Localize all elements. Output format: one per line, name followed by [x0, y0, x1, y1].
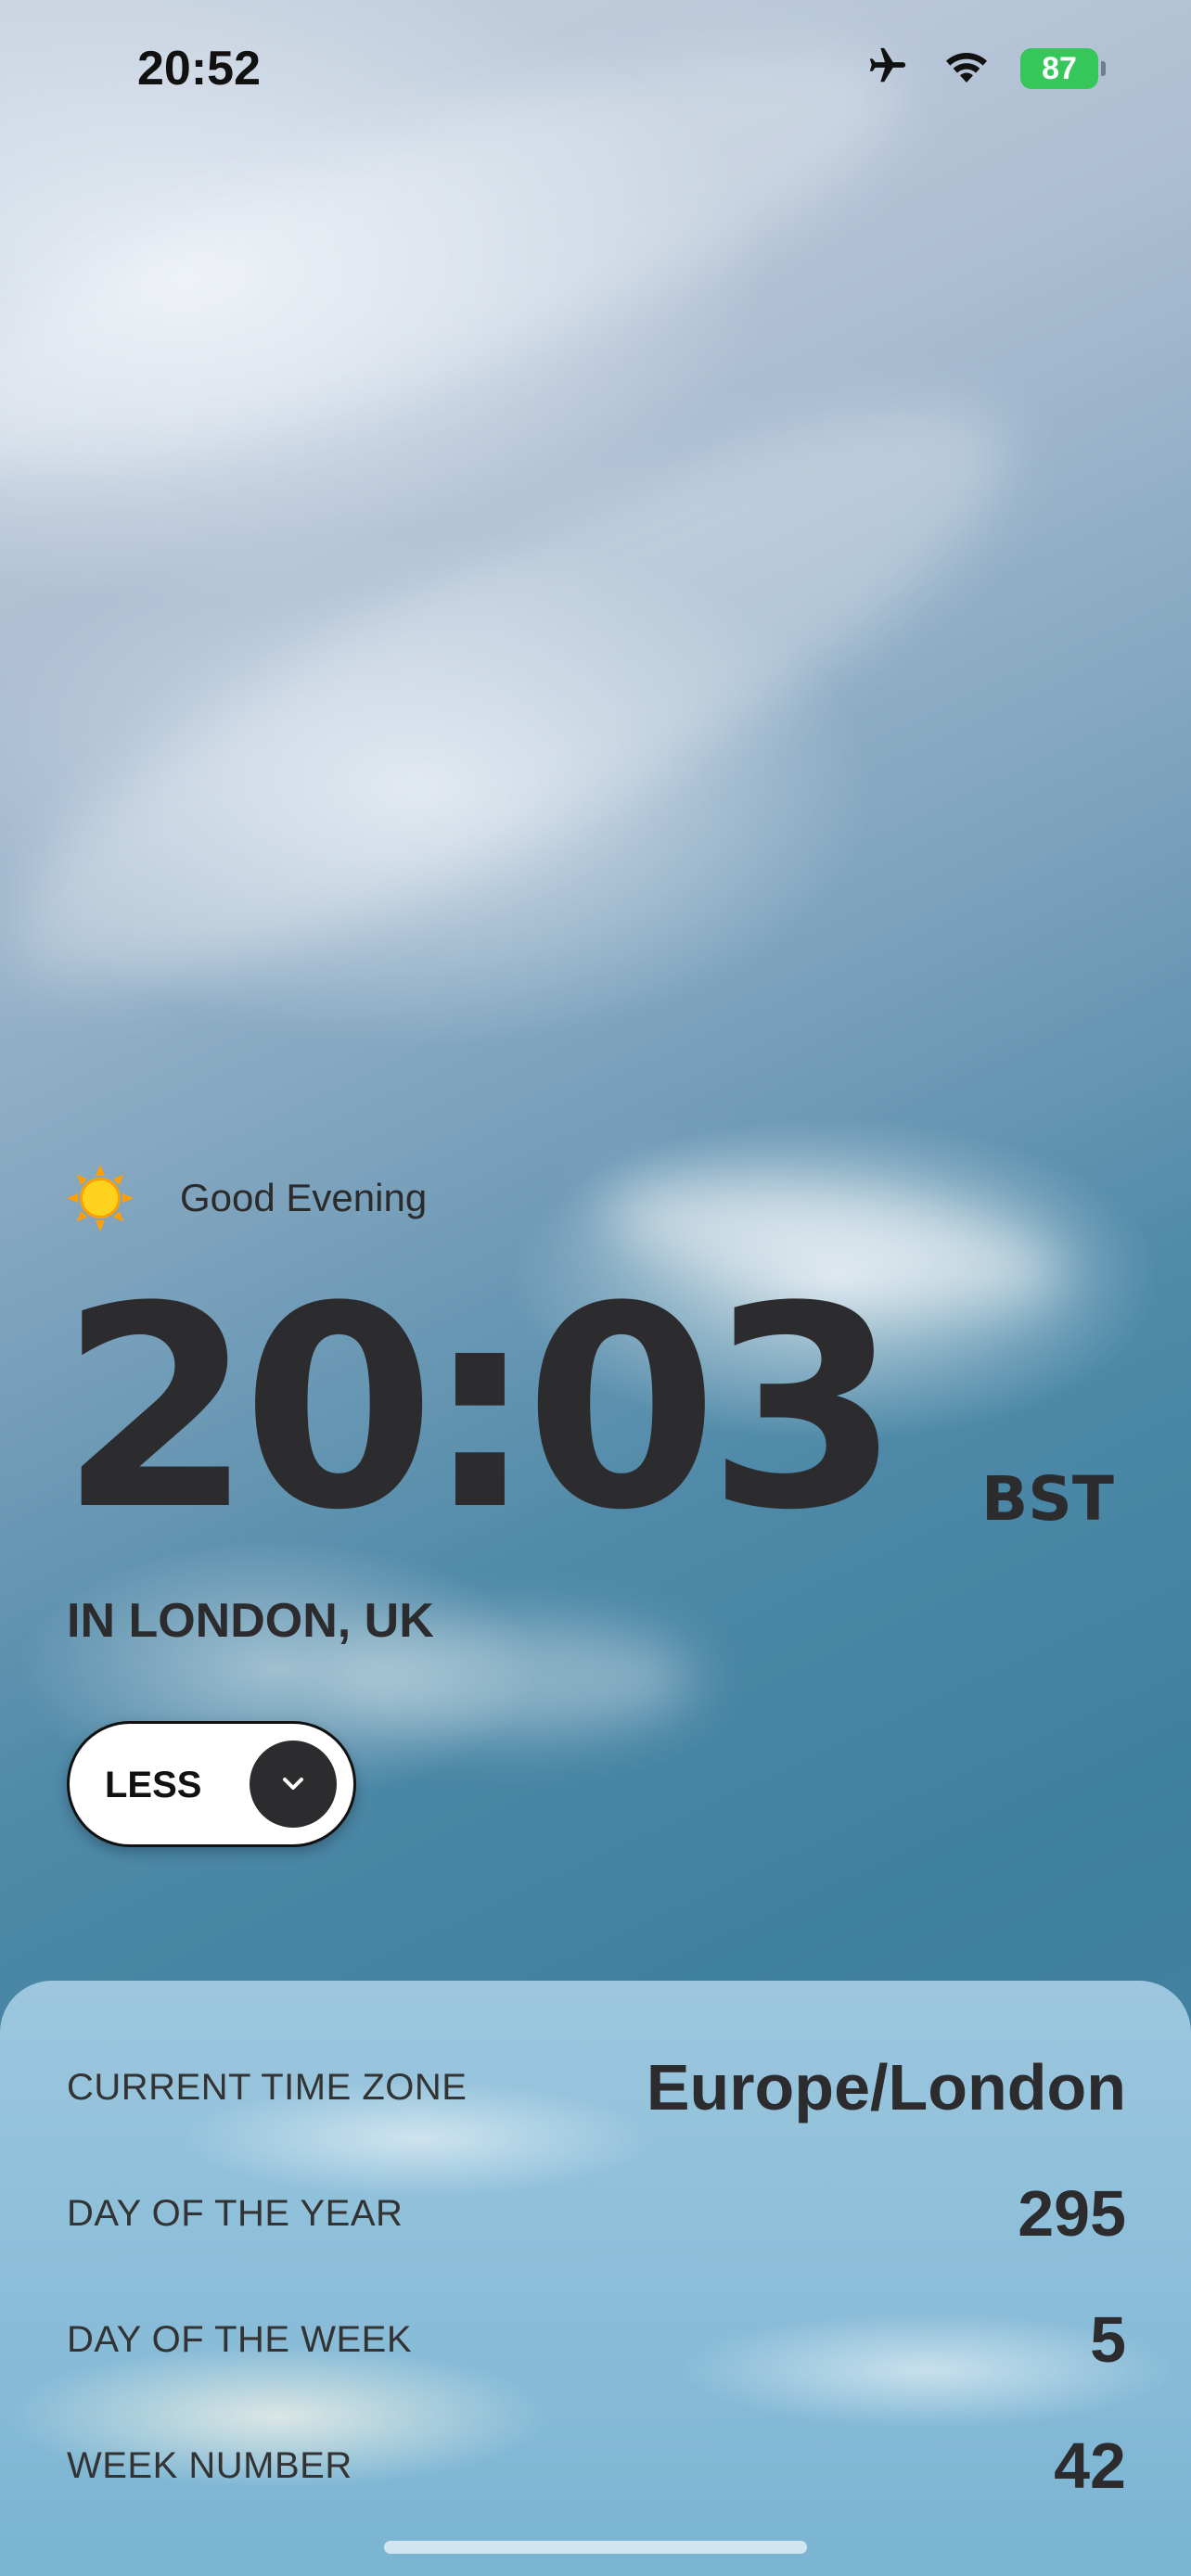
timezone-abbreviation: BST [981, 1463, 1114, 1535]
greeting: Good Evening [67, 1165, 427, 1231]
detail-row-week-number: WEEK NUMBER 42 [67, 2424, 1126, 2507]
detail-label: CURRENT TIME ZONE [67, 2066, 467, 2108]
location-label: IN LONDON, UK [67, 1594, 434, 1648]
less-button-label: LESS [105, 1765, 202, 1805]
detail-label: DAY OF THE YEAR [67, 2192, 403, 2234]
chevron-down-icon [250, 1741, 337, 1828]
detail-value: 42 [1054, 2429, 1126, 2502]
wifi-icon [941, 45, 992, 91]
detail-value: 5 [1090, 2303, 1126, 2376]
current-time: 20:03 [59, 1247, 901, 1571]
detail-row-day-of-year: DAY OF THE YEAR 295 [67, 2172, 1126, 2255]
status-icons: 87 [863, 45, 1106, 92]
detail-value: Europe/London [646, 2051, 1126, 2123]
less-button[interactable]: LESS [67, 1721, 356, 1847]
clock-app-screen: 20:52 87 Good Evening 20:03 BST IN LONDO… [0, 0, 1191, 2576]
home-indicator[interactable] [384, 2541, 807, 2554]
status-bar: 20:52 87 [0, 0, 1191, 139]
detail-label: DAY OF THE WEEK [67, 2318, 413, 2360]
airplane-icon [863, 45, 913, 92]
detail-label: WEEK NUMBER [67, 2444, 352, 2486]
greeting-text: Good Evening [180, 1176, 428, 1219]
battery-percent: 87 [1042, 50, 1077, 86]
detail-row-day-of-week: DAY OF THE WEEK 5 [67, 2298, 1126, 2381]
details-panel: CURRENT TIME ZONE Europe/London DAY OF T… [0, 1981, 1191, 2576]
sun-icon [67, 1165, 134, 1231]
battery-indicator: 87 [1020, 47, 1106, 89]
status-time: 20:52 [137, 42, 261, 96]
detail-row-time-zone: CURRENT TIME ZONE Europe/London [67, 2046, 1126, 2129]
detail-value: 295 [1018, 2177, 1126, 2250]
